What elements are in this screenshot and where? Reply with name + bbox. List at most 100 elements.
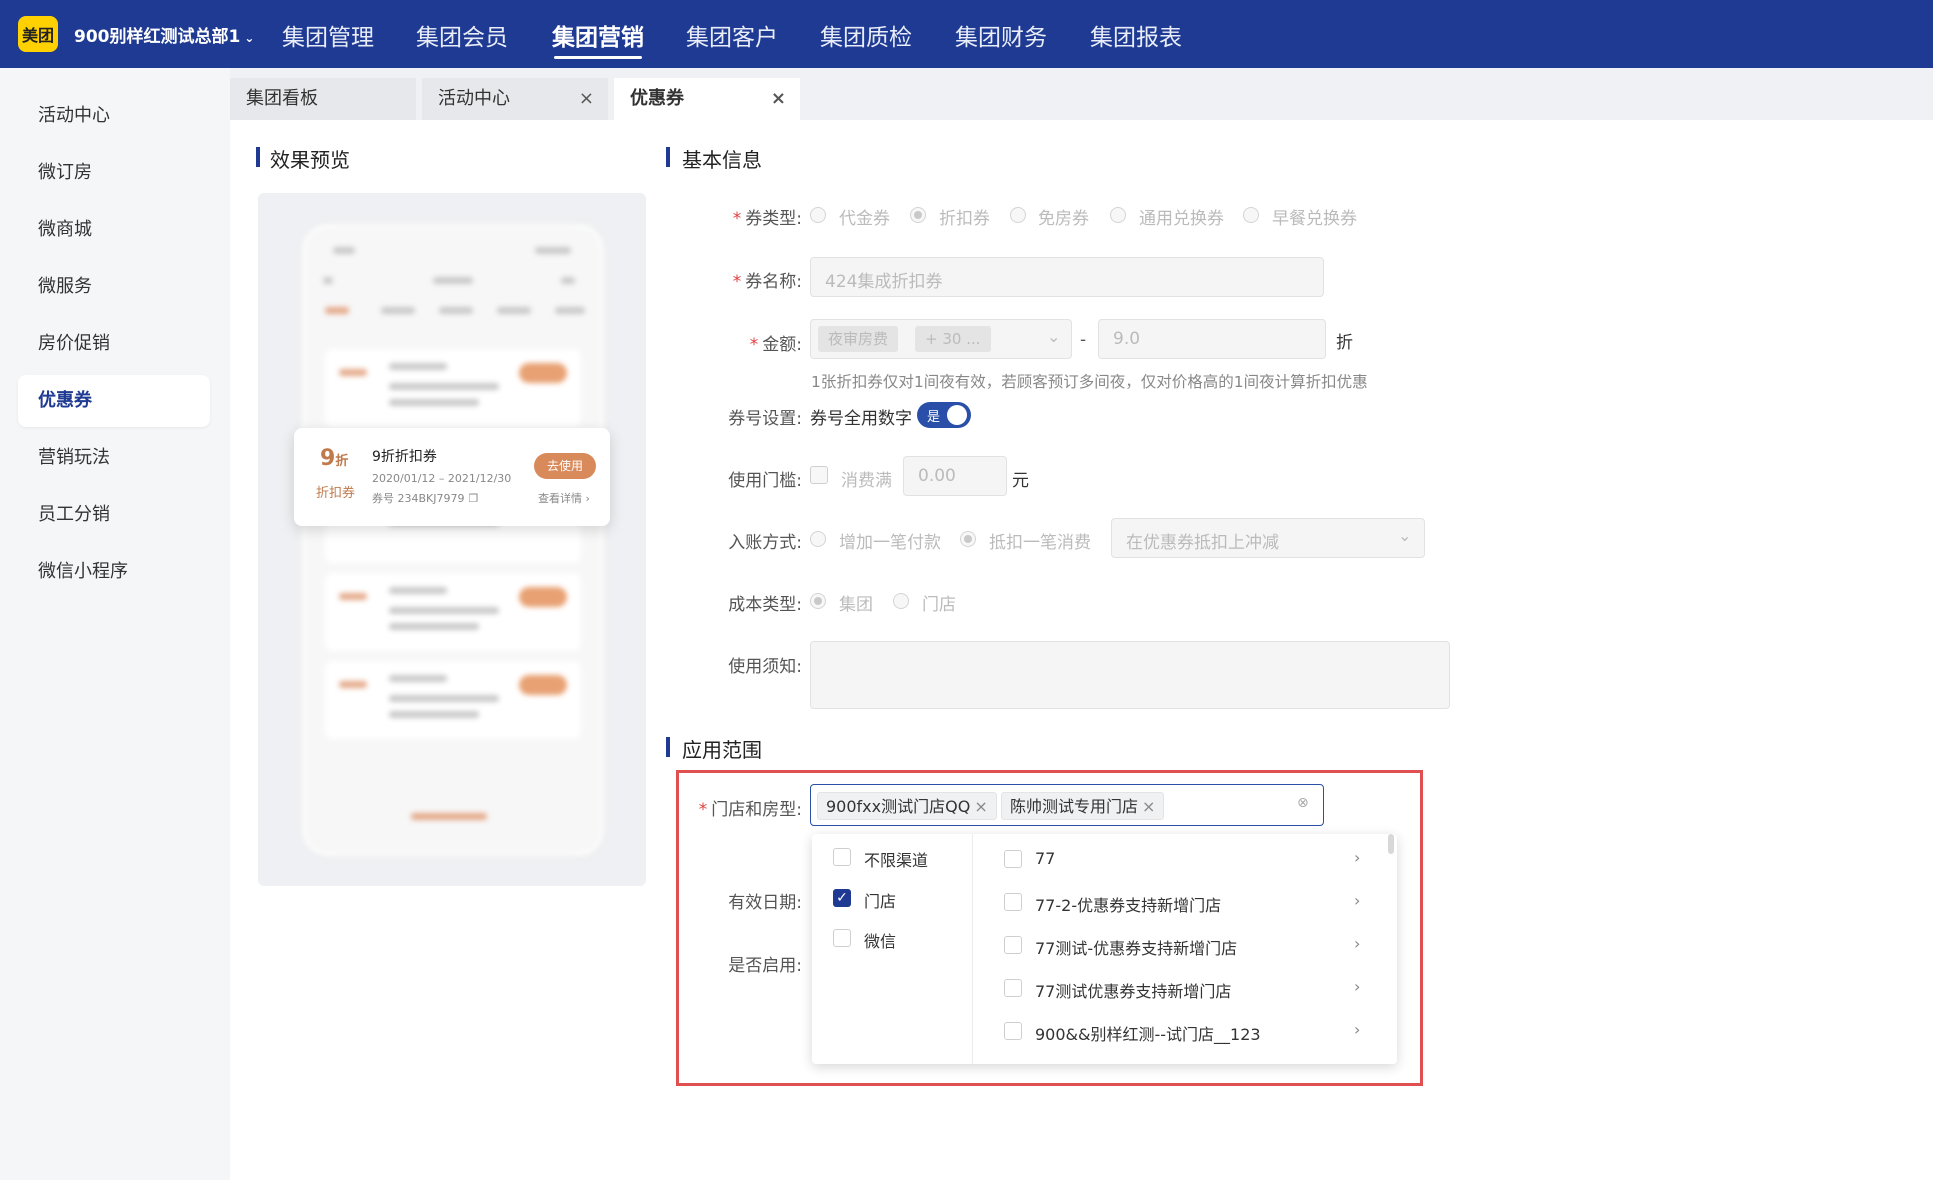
sidebar-item-mini-program[interactable]: 微信小程序 — [18, 546, 210, 598]
radio-free-room-label: 免房券 — [1038, 209, 1089, 229]
sidebar-item-staff-distribution[interactable]: 员工分销 — [18, 489, 210, 541]
store-option[interactable]: 77测试优惠券支持新增门店 — [1035, 978, 1231, 1002]
channel-option[interactable]: 门店 — [864, 888, 896, 912]
org-switcher[interactable]: 900别样红测试总部1 ⌄ — [74, 22, 254, 47]
toggle-knob — [947, 405, 967, 425]
store-option[interactable]: 77-2-优惠券支持新增门店 — [1035, 892, 1221, 916]
sidebar-item-price-promo[interactable]: 房价促销 — [18, 318, 210, 370]
meituan-logo: 美团 — [18, 16, 58, 52]
store-checkbox[interactable] — [1004, 936, 1022, 954]
store-option[interactable]: 77测试-优惠券支持新增门店 — [1035, 935, 1237, 959]
amount-tag: 夜审房费 — [818, 326, 899, 352]
amount-value-input[interactable]: 9.0 — [1098, 319, 1326, 359]
section-marker — [256, 147, 260, 167]
close-icon[interactable]: × — [771, 78, 786, 120]
store-checkbox[interactable] — [1004, 979, 1022, 997]
radio-cost-store-label: 门店 — [922, 595, 956, 615]
copy-icon: ❐ — [468, 492, 479, 505]
enable-label: 是否启用: — [728, 956, 802, 976]
preview-title: 效果预览 — [270, 148, 350, 172]
coupon-card: 9折 折扣券 9折折扣券 2020/01/12 – 2021/12/30 券号 … — [294, 428, 610, 526]
chevron-right-icon: › — [1354, 1020, 1361, 1039]
close-icon[interactable]: × — [1142, 797, 1155, 816]
radio-general-exchange-label: 通用兑换券 — [1139, 209, 1224, 229]
channel-checkbox-store[interactable]: ✓ — [833, 889, 851, 907]
notice-label: 使用须知: — [728, 657, 802, 677]
selected-store-tag: 陈帅测试专用门店 × — [1001, 792, 1165, 820]
nav-group-finance[interactable]: 集团财务 — [955, 18, 1047, 52]
amount-separator: - — [1080, 330, 1087, 350]
sidebar-item-micro-service[interactable]: 微服务 — [18, 261, 210, 313]
sidebar-item-marketing-play[interactable]: 营销玩法 — [18, 432, 210, 484]
selected-store-tag: 900fxx测试门店QQ × — [817, 792, 997, 820]
scope-title: 应用范围 — [682, 738, 762, 762]
valid-date-label: 有效日期: — [728, 893, 802, 913]
chevron-right-icon: › — [1354, 977, 1361, 996]
nav-group-management[interactable]: 集团管理 — [282, 18, 374, 52]
radio-cost-store[interactable] — [893, 593, 909, 609]
accounting-label: 入账方式: — [728, 533, 802, 553]
coupon-name-input[interactable]: 424集成折扣券 — [810, 257, 1324, 297]
sidebar-item-micro-mall[interactable]: 微商城 — [18, 204, 210, 256]
chevron-right-icon: › — [1354, 934, 1361, 953]
coupon-discount: 9折 — [320, 446, 349, 471]
tab-label: 活动中心 — [438, 88, 510, 109]
nav-group-marketing[interactable]: 集团营销 — [552, 18, 644, 52]
tab-coupons[interactable]: 优惠券 × — [614, 78, 800, 120]
store-checkbox[interactable] — [1004, 1022, 1022, 1040]
section-marker — [666, 737, 670, 757]
sidebar-item-activity-center[interactable]: 活动中心 — [18, 90, 210, 142]
threshold-checkbox[interactable] — [810, 466, 828, 484]
cascader-divider — [972, 834, 973, 1064]
channel-option[interactable]: 不限渠道 — [864, 847, 928, 871]
radio-add-payment[interactable] — [810, 531, 826, 547]
tab-group-dashboard[interactable]: 集团看板 — [230, 78, 416, 120]
numeric-code-toggle[interactable]: 是 — [917, 402, 971, 428]
threshold-text: 消费满 — [841, 471, 892, 491]
close-icon[interactable]: × — [974, 797, 987, 816]
scrollbar-thumb[interactable] — [1388, 834, 1394, 854]
channel-option[interactable]: 微信 — [864, 928, 896, 952]
radio-breakfast-exchange[interactable] — [1243, 207, 1259, 223]
cost-type-label: 成本类型: — [728, 595, 802, 615]
store-checkbox[interactable] — [1004, 850, 1022, 868]
clear-icon[interactable]: ⊗ — [1297, 795, 1309, 811]
coupon-dates: 2020/01/12 – 2021/12/30 — [372, 472, 512, 485]
amount-base-select[interactable]: 夜审房费 + 30 ... ⌄ — [810, 319, 1072, 359]
radio-cost-group[interactable] — [810, 593, 826, 609]
nav-group-reports[interactable]: 集团报表 — [1090, 18, 1182, 52]
radio-add-payment-label: 增加一笔付款 — [839, 533, 941, 553]
radio-general-exchange[interactable] — [1110, 207, 1126, 223]
threshold-unit: 元 — [1012, 471, 1029, 491]
coupon-code: 券号 234BKJ7979 ❐ — [372, 492, 479, 505]
radio-discount[interactable] — [910, 207, 926, 223]
store-option[interactable]: 900&&别样红测--试门店__123 — [1035, 1021, 1261, 1045]
view-details-link[interactable]: 查看详情 › — [538, 490, 590, 506]
coupon-name: 9折折扣券 — [372, 449, 437, 465]
nav-group-members[interactable]: 集团会员 — [416, 18, 508, 52]
notice-textarea[interactable] — [810, 641, 1450, 709]
channel-checkbox-wechat[interactable] — [833, 929, 851, 947]
radio-cash[interactable] — [810, 207, 826, 223]
threshold-input[interactable]: 0.00 — [903, 456, 1007, 496]
chevron-down-icon: ⌄ — [244, 31, 255, 45]
accounting-select[interactable]: 在优惠券抵扣上冲减 ⌄ — [1111, 518, 1425, 558]
radio-cash-label: 代金券 — [839, 209, 890, 229]
radio-free-room[interactable] — [1010, 207, 1026, 223]
top-nav-bar: 美团 900别样红测试总部1 ⌄ 集团管理 集团会员 集团营销 集团客户 集团质检… — [0, 0, 1933, 68]
sidebar-item-coupons[interactable]: 优惠券 — [18, 375, 210, 427]
store-option[interactable]: 77 — [1035, 849, 1055, 868]
store-roomtype-label: * 门店和房型: — [698, 800, 802, 820]
nav-group-customers[interactable]: 集团客户 — [686, 18, 778, 52]
basic-info-title: 基本信息 — [682, 148, 762, 172]
store-roomtype-select[interactable]: 900fxx测试门店QQ × 陈帅测试专用门店 × ⊗ — [810, 784, 1324, 826]
channel-checkbox-unlimited[interactable] — [833, 848, 851, 866]
sidebar-item-micro-booking[interactable]: 微订房 — [18, 147, 210, 199]
use-coupon-button[interactable]: 去使用 — [534, 453, 596, 479]
toggle-label: 是 — [927, 410, 941, 425]
nav-group-quality[interactable]: 集团质检 — [820, 18, 912, 52]
close-icon[interactable]: × — [579, 78, 594, 120]
store-checkbox[interactable] — [1004, 893, 1022, 911]
tab-activity-center[interactable]: 活动中心 × — [422, 78, 608, 120]
radio-deduct-consumption[interactable] — [960, 531, 976, 547]
